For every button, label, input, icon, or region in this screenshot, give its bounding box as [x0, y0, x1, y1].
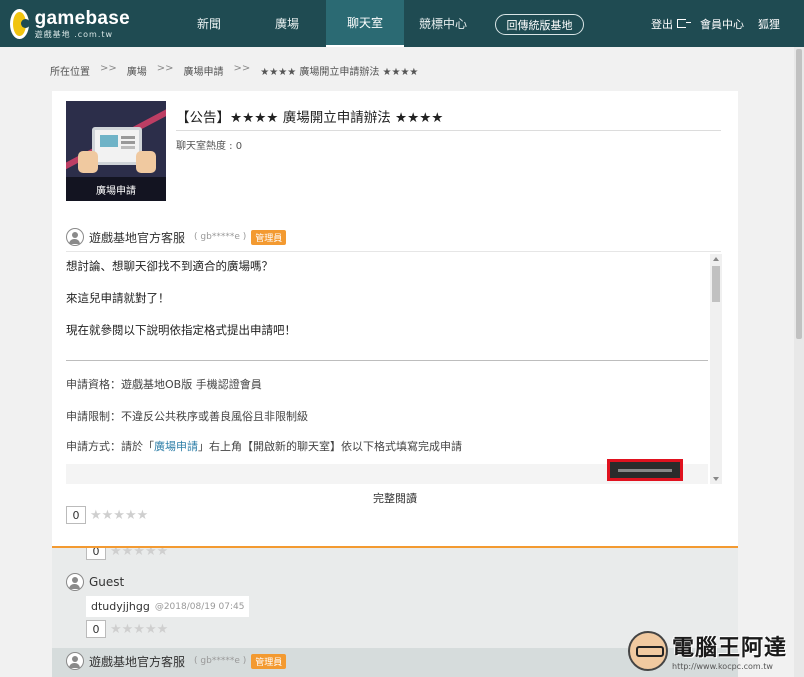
star-rating-icon[interactable]: ★★★★★ [90, 508, 148, 523]
comment-bubble: dtudyjjhgg @2018/08/19 07:45 [86, 596, 250, 617]
breadcrumb-current: ★★★★ 廣場開立申請辦法 ★★★★ [260, 67, 419, 78]
nav-news[interactable]: 新聞 [170, 0, 248, 47]
admin-badge: 管理員 [251, 229, 287, 245]
user-name-link[interactable]: 狐狸 [758, 16, 780, 32]
logo-subtitle: 遊戲基地 .com.tw [34, 30, 114, 39]
rating-count: 0 [86, 548, 106, 560]
star-rating-icon[interactable]: ★★★★★ [110, 548, 168, 559]
guest-name: Guest [89, 575, 125, 589]
comment-author: Guest [66, 573, 124, 591]
content-line-1: 想討論、想聊天卻找不到適合的廣場嗎？ [66, 259, 273, 273]
author-id: ( gb*****e ) [194, 656, 247, 666]
header-user-links: 登出 會員中心 狐狸 [651, 0, 780, 47]
nav-chatroom[interactable]: 聊天室 [326, 0, 404, 47]
comment-timestamp: @2018/08/19 07:45 [154, 601, 245, 612]
breadcrumb: 所在位置 >> 廣場 >> 廣場申請 >> ★★★★ 廣場開立申請辦法 ★★★★ [50, 63, 419, 78]
nav-square[interactable]: 廣場 [248, 0, 326, 47]
top-navigation-bar: gamebase 遊戲基地 .com.tw 新聞 廣場 聊天室 競標中心 回傳統… [0, 0, 804, 47]
admin-badge: 管理員 [251, 653, 287, 669]
avatar-icon [66, 573, 84, 591]
watermark-url: http://www.kocpc.com.tw [672, 662, 773, 671]
avatar-icon [66, 228, 84, 246]
thumbnail-label: 廣場申請 [66, 177, 166, 201]
comment-rating: 0 ★★★★★ [86, 620, 168, 638]
star-rating-icon[interactable]: ★★★★★ [110, 622, 168, 637]
gamebase-logo[interactable]: gamebase 遊戲基地 .com.tw [10, 6, 130, 42]
content-line-2: 來這兒申請就對了！ [66, 291, 170, 305]
nav-auction-center[interactable]: 競標中心 [404, 0, 482, 47]
tablet-illustration [92, 127, 142, 165]
method-text: 申請方式：請於「廣場申請」右上角【開啟新的聊天室】依以下格式填寫完成申請 [66, 440, 462, 453]
comment-author: 遊戲基地官方客服 ( gb*****e ) 管理員 [66, 652, 287, 670]
window-scrollbar-thumb[interactable] [796, 49, 802, 339]
classic-version-button[interactable]: 回傳統版基地 [495, 14, 584, 35]
scroll-down-icon[interactable] [713, 477, 719, 481]
logout-link[interactable]: 登出 [651, 16, 691, 32]
window-scrollbar[interactable] [794, 47, 804, 677]
previous-comment-rating: 0 ★★★★★ [86, 548, 168, 560]
scroll-up-icon[interactable] [713, 257, 719, 261]
post-title: 【公告】★★★★ 廣場開立申請辦法 ★★★★ [176, 110, 444, 126]
post-card: 廣場申請 【公告】★★★★ 廣場開立申請辦法 ★★★★ 聊天室熱度 : 0 遊戲… [52, 91, 738, 547]
author-name[interactable]: 遊戲基地官方客服 [89, 653, 185, 670]
main-nav: 新聞 廣場 聊天室 競標中心 [170, 0, 482, 47]
member-center-link[interactable]: 會員中心 [700, 16, 744, 32]
post-rating: 0 ★★★★★ [66, 506, 148, 524]
mascot-icon [628, 630, 668, 671]
logout-icon [677, 19, 691, 28]
restriction-text: 申請限制：不違反公共秩序或善良風俗且非限制級 [66, 410, 308, 423]
breadcrumb-square[interactable]: 廣場 [127, 63, 147, 78]
post-content: 想討論、想聊天卻找不到適合的廣場嗎？ 來這兒申請就對了！ 現在就參閱以下說明依指… [66, 254, 722, 484]
chatroom-heat: 聊天室熱度 : 0 [176, 141, 243, 152]
avatar-icon [66, 652, 84, 670]
square-apply-thumbnail[interactable]: 廣場申請 [66, 101, 166, 201]
watermark-title: 電腦王阿達 [672, 636, 788, 661]
read-all-link[interactable]: 完整閱讀 [52, 490, 738, 506]
qualification-text: 申請資格：遊戲基地OB版 手機認證會員 [66, 378, 262, 391]
breadcrumb-location: 所在位置 [50, 67, 90, 78]
content-scrollbar[interactable] [710, 254, 722, 484]
author-id: ( gb*****e ) [194, 232, 247, 242]
rating-count: 0 [66, 506, 86, 524]
breadcrumb-square-apply[interactable]: 廣場申請 [184, 63, 224, 78]
author-name[interactable]: 遊戲基地官方客服 [89, 229, 185, 246]
post-author: 遊戲基地官方客服 ( gb*****e ) 管理員 [66, 228, 287, 246]
square-apply-link[interactable]: 廣場申請 [154, 440, 198, 453]
rating-count: 0 [86, 620, 106, 638]
content-line-3: 現在就參閱以下說明依指定格式提出申請吧！ [66, 323, 296, 337]
watermark: 電腦王阿達 http://www.kocpc.com.tw [628, 630, 787, 671]
content-scrollbar-thumb[interactable] [712, 266, 720, 302]
open-new-chatroom-highlight [607, 459, 683, 481]
gamebase-logo-icon [10, 9, 30, 39]
logo-word: gamebase [34, 8, 130, 29]
comment-text: dtudyjjhgg [91, 600, 150, 613]
